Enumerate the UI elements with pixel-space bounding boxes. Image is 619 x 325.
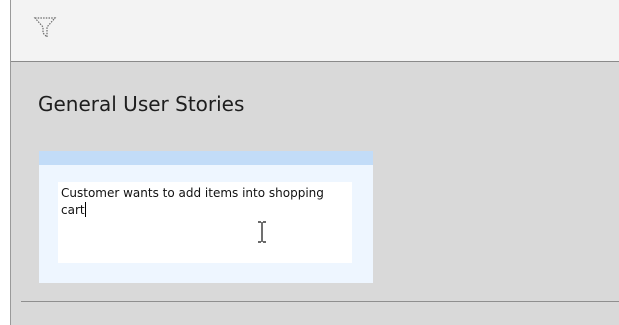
text-caret [84,202,86,217]
filter-funnel-icon [33,17,57,39]
card-header[interactable] [39,151,373,165]
app-window: General User Stories Customer wants to a… [0,0,619,325]
section-title: General User Stories [38,92,245,116]
section-divider [21,301,619,302]
toolbar [11,0,619,62]
text-cursor-icon [258,221,266,243]
story-description-textarea[interactable]: Customer wants to add items into shoppin… [58,182,352,263]
filter-button[interactable] [33,15,57,39]
user-story-card[interactable]: Customer wants to add items into shoppin… [39,151,373,283]
story-description-text: Customer wants to add items into shoppin… [61,186,328,217]
stories-panel: General User Stories Customer wants to a… [11,62,619,325]
